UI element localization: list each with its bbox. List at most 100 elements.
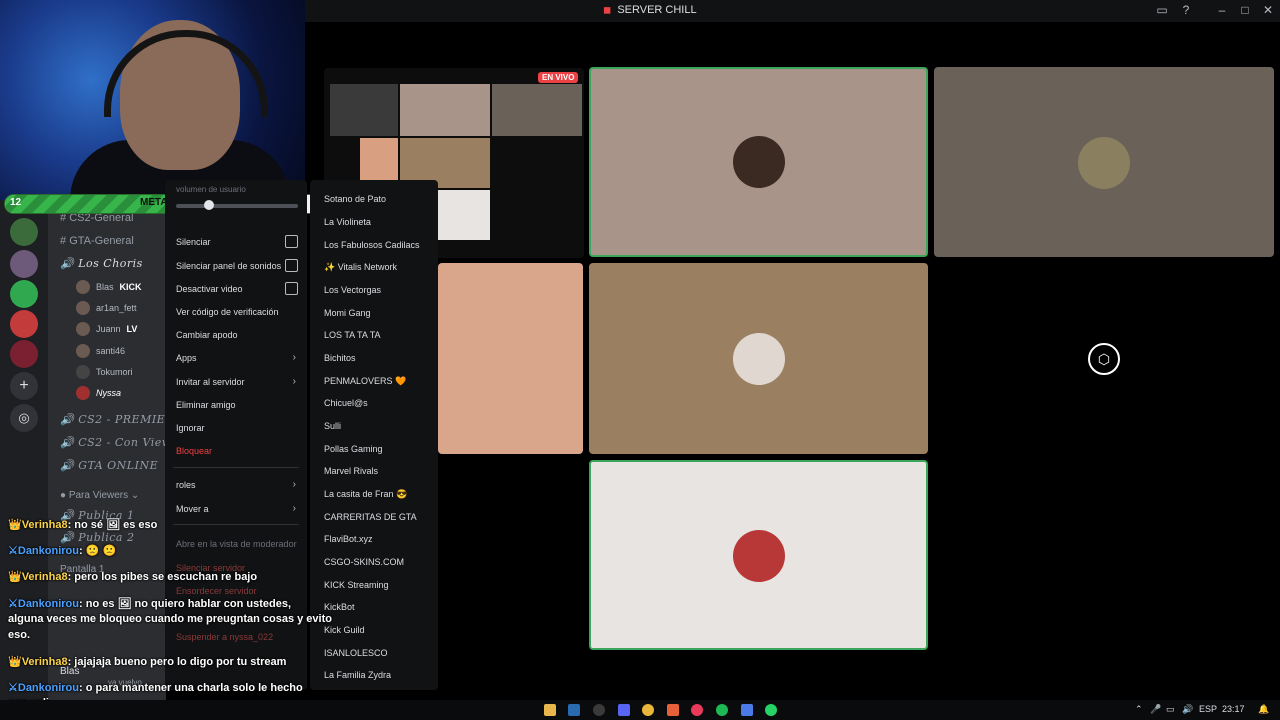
- window-title: ◼ SERVER CHILL: [603, 4, 697, 16]
- menu-item-silenciar-panel[interactable]: Silenciar panel de sonidos: [176, 259, 298, 272]
- avatar: [76, 386, 90, 400]
- volume-slider[interactable]: [176, 204, 298, 208]
- server-option[interactable]: PENMALOVERS 🧡: [324, 376, 406, 387]
- voice-user[interactable]: santi46: [76, 344, 125, 358]
- server-option[interactable]: Kick Guild: [324, 625, 365, 635]
- voice-user[interactable]: Juann LV: [76, 322, 137, 336]
- chat-message-cont: eso.: [8, 629, 31, 641]
- help-icon[interactable]: ?: [1178, 3, 1194, 17]
- server-option[interactable]: KickBot: [324, 602, 355, 612]
- volume-icon[interactable]: 🔊: [1182, 704, 1193, 715]
- video-tile[interactable]: [589, 460, 928, 650]
- voice-user[interactable]: ar1an_fett: [76, 301, 137, 315]
- chat-message: ⚔Dankonirou: o para mantener una charla …: [8, 682, 303, 694]
- server-option[interactable]: Momi Gang: [324, 308, 371, 318]
- checkbox[interactable]: [285, 282, 298, 295]
- language-indicator[interactable]: ESP: [1199, 704, 1217, 714]
- app-icon[interactable]: [741, 704, 753, 716]
- server-option[interactable]: Sulli: [324, 421, 341, 431]
- menu-item-desactivar-video[interactable]: Desactivar video: [176, 282, 298, 295]
- app-icon[interactable]: [593, 704, 605, 716]
- screen-icon[interactable]: ▭: [1154, 3, 1170, 17]
- voice-user[interactable]: Blas KICK: [76, 280, 142, 294]
- server-option[interactable]: KICK Streaming: [324, 580, 389, 590]
- server-option[interactable]: LOS TA TA TA: [324, 330, 381, 340]
- spotify-icon[interactable]: [716, 704, 728, 716]
- avatar: [1078, 137, 1130, 189]
- monitor-icon[interactable]: ▭: [1166, 704, 1175, 715]
- category-para-viewers[interactable]: ● Para Viewers ⌄: [60, 490, 139, 501]
- server-option[interactable]: Los Vectorgas: [324, 285, 381, 295]
- server-option[interactable]: La casita de Fran 😎: [324, 489, 407, 500]
- clock[interactable]: 23:17: [1222, 704, 1245, 714]
- voice-channel-publica-2[interactable]: 🔊 Publica 2: [60, 531, 134, 544]
- menu-item-ignorar[interactable]: Ignorar: [176, 423, 298, 433]
- server-option[interactable]: La Familia Zydra: [324, 670, 391, 680]
- server-option[interactable]: Chicuel@s: [324, 398, 368, 408]
- folder-icon[interactable]: [544, 704, 556, 716]
- server-option[interactable]: La Violineta: [324, 217, 371, 227]
- server-option[interactable]: Bichitos: [324, 353, 356, 363]
- mic-icon[interactable]: 🎤: [1150, 704, 1161, 715]
- server-option[interactable]: Los Fabulosos Cadilacs: [324, 240, 420, 250]
- menu-item-mover-a[interactable]: Mover a ›: [176, 503, 298, 514]
- steam-icon[interactable]: [568, 704, 580, 716]
- server-option[interactable]: FlaviBot.xyz: [324, 534, 373, 544]
- server-icon[interactable]: [10, 310, 38, 338]
- server-option[interactable]: CSGO-SKINS.COM: [324, 557, 404, 567]
- maximize-button[interactable]: □: [1237, 3, 1253, 17]
- server-option[interactable]: Sotano de Pato: [324, 194, 386, 204]
- explore-icon[interactable]: ◎: [10, 404, 38, 432]
- menu-item-invitar[interactable]: Invitar al servidor ›: [176, 376, 298, 387]
- voice-channel-los-choris[interactable]: 🔊 Los Choris: [60, 257, 143, 270]
- menu-item-silenciar[interactable]: Silenciar: [176, 235, 298, 248]
- menu-item-vista-moderador[interactable]: Abre en la vista de moderador: [176, 539, 298, 549]
- voice-user[interactable]: Tokumori: [76, 365, 133, 379]
- chat-message: ⚔Dankonirou: 🙁 🙁: [8, 545, 117, 557]
- voice-channel-gta-online[interactable]: 🔊 GTA ONLINE: [60, 459, 158, 472]
- menu-item-cambiar-apodo[interactable]: Cambiar apodo: [176, 330, 298, 340]
- volume-label: volumen de usuario: [176, 185, 246, 194]
- brave-icon[interactable]: [667, 704, 679, 716]
- server-option[interactable]: ✨ Vitalis Network: [324, 262, 397, 273]
- server-icon[interactable]: [10, 218, 38, 246]
- video-tile[interactable]: [438, 263, 583, 454]
- server-option[interactable]: CARRERITAS DE GTA: [324, 512, 417, 522]
- menu-item-eliminar-amigo[interactable]: Eliminar amigo: [176, 400, 298, 410]
- video-tile[interactable]: [589, 67, 928, 257]
- video-tile[interactable]: [589, 263, 928, 454]
- media-icon[interactable]: [691, 704, 703, 716]
- meta-subs-min: 12: [10, 197, 22, 208]
- menu-item-ensordecer-servidor[interactable]: Ensordecer servidor: [176, 586, 298, 596]
- server-option[interactable]: Marvel Rivals: [324, 466, 378, 476]
- checkbox[interactable]: [285, 235, 298, 248]
- menu-item-roles[interactable]: roles ›: [176, 479, 298, 490]
- server-icon[interactable]: [10, 340, 38, 368]
- voice-user-selected[interactable]: Nyssa: [76, 386, 121, 400]
- sword-icon: ⚔: [8, 598, 18, 610]
- chevron-up-icon[interactable]: ⌃: [1135, 704, 1143, 715]
- server-option[interactable]: ISANLOLESCO: [324, 648, 388, 658]
- chrome-icon[interactable]: [642, 704, 654, 716]
- chevron-right-icon: ›: [292, 376, 296, 387]
- channel-gta-general[interactable]: # GTA-General: [60, 235, 134, 247]
- checkbox[interactable]: [285, 259, 298, 272]
- volume-slider-knob[interactable]: [204, 200, 214, 210]
- menu-item-apps[interactable]: Apps ›: [176, 352, 298, 363]
- stream-preview: [492, 84, 582, 136]
- menu-item-bloquear[interactable]: Bloquear: [176, 446, 298, 456]
- server-icon[interactable]: [10, 280, 38, 308]
- add-server-icon[interactable]: +: [10, 372, 38, 400]
- close-button[interactable]: ✕: [1260, 3, 1276, 17]
- menu-item-ver-codigo[interactable]: Ver código de verificación: [176, 307, 298, 317]
- server-option[interactable]: Pollas Gaming: [324, 444, 383, 454]
- minimize-button[interactable]: –: [1214, 3, 1230, 17]
- menu-item-suspender[interactable]: Suspender a nyssa_022: [176, 632, 298, 642]
- whatsapp-icon[interactable]: [765, 704, 777, 716]
- notification-icon[interactable]: 🔔: [1258, 704, 1269, 715]
- discord-icon[interactable]: [618, 704, 630, 716]
- voice-channel-cs2-premier[interactable]: 🔊 CS2 - PREMIER: [60, 413, 174, 426]
- server-icon[interactable]: [10, 250, 38, 278]
- video-tile[interactable]: [934, 67, 1274, 257]
- video-tile[interactable]: ⬡: [934, 263, 1274, 454]
